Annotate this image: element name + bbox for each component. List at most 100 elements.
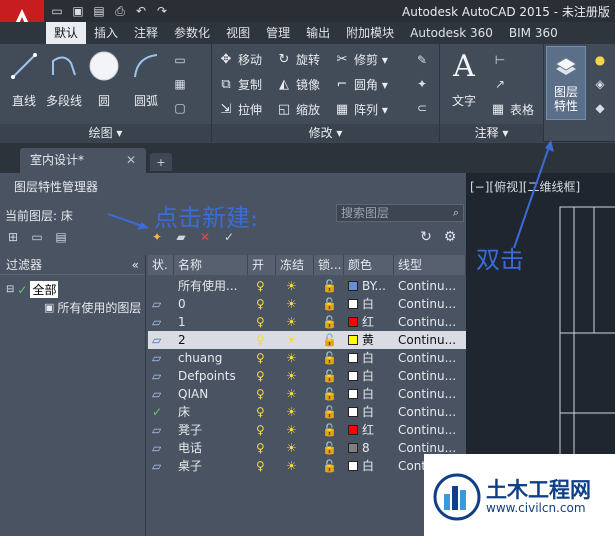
ribbon-tab[interactable]: 管理: [258, 22, 298, 44]
layer-linetype[interactable]: Continu...: [394, 295, 466, 313]
copy-tool[interactable]: ⧉ 复制: [218, 73, 262, 95]
layer-name[interactable]: chuang: [174, 349, 248, 367]
offset-icon[interactable]: ⊂: [414, 100, 430, 116]
unlock-icon[interactable]: 🔓: [318, 295, 342, 313]
layer-properties-button[interactable]: 图层 特性: [546, 46, 586, 120]
print-icon[interactable]: ⎙: [111, 2, 129, 20]
layer-linetype[interactable]: Continu...: [394, 385, 466, 403]
tree-node-used-layers[interactable]: ▣ 所有使用的图层: [44, 299, 141, 316]
ribbon-tab[interactable]: Autodesk 360: [402, 22, 501, 44]
column-header[interactable]: 线型: [394, 255, 466, 275]
draw-panel-footer[interactable]: 绘图 ▾: [0, 124, 211, 142]
lightbulb-icon[interactable]: ♀: [252, 367, 276, 385]
sun-icon[interactable]: ☀: [282, 295, 312, 313]
close-icon[interactable]: ✕: [126, 148, 136, 173]
column-header[interactable]: 开: [248, 255, 276, 275]
layer-name[interactable]: 床: [174, 403, 248, 421]
rectangle-icon[interactable]: ▭: [172, 52, 188, 68]
layer-row[interactable]: ▱ 1 ♀ ☀ 🔓 红 Continu...: [148, 313, 466, 331]
layer-color[interactable]: 白: [344, 349, 394, 367]
column-header[interactable]: 状.: [148, 255, 174, 275]
erase-icon[interactable]: ✎: [414, 52, 430, 68]
lightbulb-icon[interactable]: ♀: [252, 439, 276, 457]
open-icon[interactable]: ▭: [48, 2, 66, 20]
layer-name[interactable]: 所有使用...: [174, 277, 248, 295]
array-tool[interactable]: ▦ 阵列 ▾: [334, 98, 388, 120]
layer-name[interactable]: QIAN: [174, 385, 248, 403]
new-property-filter-icon[interactable]: ⊞: [4, 229, 22, 245]
sun-icon[interactable]: ☀: [282, 421, 312, 439]
layer-color[interactable]: 8: [344, 439, 394, 457]
search-layer-input[interactable]: 搜索图层 ⌕: [336, 204, 464, 222]
lightbulb-icon[interactable]: ♀: [252, 295, 276, 313]
annotation-panel-footer[interactable]: 注释 ▾: [440, 124, 543, 142]
layer-name[interactable]: 桌子: [174, 457, 248, 475]
layer-color[interactable]: 红: [344, 313, 394, 331]
save-icon[interactable]: ▣: [69, 2, 87, 20]
lightbulb-icon[interactable]: ♀: [252, 313, 276, 331]
layer-row[interactable]: ▱ Defpoints ♀ ☀ 🔓 白 Continu...: [148, 367, 466, 385]
tree-node-all[interactable]: ⊟ ✓ 全部: [6, 281, 59, 298]
undo-icon[interactable]: ↶: [132, 2, 150, 20]
mirror-tool[interactable]: ◭ 镜像: [276, 73, 320, 95]
leader-icon[interactable]: ↗: [492, 76, 508, 92]
unlock-icon[interactable]: 🔓: [318, 439, 342, 457]
sun-icon[interactable]: ☀: [282, 385, 312, 403]
column-header[interactable]: 颜色: [344, 255, 394, 275]
layer-row[interactable]: ▱ 电话 ♀ ☀ 🔓 8 Continu...: [148, 439, 466, 457]
scale-tool[interactable]: ◱ 缩放: [276, 98, 320, 120]
lightbulb-icon[interactable]: ♀: [252, 277, 276, 295]
ribbon-tab[interactable]: 视图: [218, 22, 258, 44]
layer-row[interactable]: ▱ 桌子 ♀ ☀ 🔓 白 Cont: [148, 457, 466, 475]
trim-tool[interactable]: ✂ 修剪 ▾: [334, 48, 388, 70]
sun-icon[interactable]: ☀: [282, 457, 312, 475]
new-group-filter-icon[interactable]: ▭: [28, 229, 46, 245]
unlock-icon[interactable]: 🔓: [318, 457, 342, 475]
unlock-icon[interactable]: 🔓: [318, 349, 342, 367]
document-tab[interactable]: 室内设计* ✕: [20, 148, 146, 173]
layer-linetype[interactable]: Continu...: [394, 403, 466, 421]
ribbon-tab[interactable]: 注释: [126, 22, 166, 44]
lightbulb-icon[interactable]: ♀: [252, 421, 276, 439]
stretch-tool[interactable]: ⇲ 拉伸: [218, 98, 262, 120]
column-header[interactable]: 冻结: [276, 255, 314, 275]
layer-color[interactable]: 白: [344, 295, 394, 313]
layer-row[interactable]: ✓ 床 ♀ ☀ 🔓 白 Continu...: [148, 403, 466, 421]
unlock-icon[interactable]: 🔓: [318, 403, 342, 421]
layer-match-icon[interactable]: ◆: [592, 100, 608, 116]
region-icon[interactable]: ▢: [172, 100, 188, 116]
lightbulb-icon[interactable]: ♀: [252, 403, 276, 421]
layer-name[interactable]: 2: [174, 331, 248, 349]
layer-linetype[interactable]: Continu...: [394, 313, 466, 331]
layer-row[interactable]: ▱ QIAN ♀ ☀ 🔓 白 Continu...: [148, 385, 466, 403]
unlock-icon[interactable]: 🔓: [318, 367, 342, 385]
layer-color[interactable]: 白: [344, 457, 394, 475]
layer-name[interactable]: 0: [174, 295, 248, 313]
unlock-icon[interactable]: 🔓: [318, 421, 342, 439]
tree-expand-icon[interactable]: ⊟: [6, 284, 14, 295]
ribbon-tab[interactable]: 插入: [86, 22, 126, 44]
arc-tool[interactable]: 圆弧: [124, 48, 168, 108]
sun-icon[interactable]: ☀: [282, 439, 312, 457]
saveas-icon[interactable]: ▤: [90, 2, 108, 20]
sun-icon[interactable]: ☀: [282, 367, 312, 385]
modify-panel-footer[interactable]: 修改 ▾: [212, 124, 439, 142]
settings-gear-icon[interactable]: ⚙: [442, 229, 458, 245]
column-header[interactable]: 锁...: [314, 255, 344, 275]
layer-row[interactable]: ▱ 2 ♀ ☀ 🔓 黄 Continu...: [148, 331, 466, 349]
ribbon-tab[interactable]: 附加模块: [338, 22, 402, 44]
layer-linetype[interactable]: Continu...: [394, 331, 466, 349]
layer-linetype[interactable]: Continu...: [394, 421, 466, 439]
line-tool[interactable]: 直线: [2, 48, 46, 108]
layer-color[interactable]: 白: [344, 403, 394, 421]
layer-row[interactable]: ▱ 凳子 ♀ ☀ 🔓 红 Continu...: [148, 421, 466, 439]
layer-states-manager-icon[interactable]: ▤: [52, 229, 70, 245]
ribbon-tab[interactable]: 默认: [46, 22, 87, 44]
unlock-icon[interactable]: 🔓: [318, 385, 342, 403]
layer-row[interactable]: ▱ 0 ♀ ☀ 🔓 白 Continu...: [148, 295, 466, 313]
ribbon-tab[interactable]: BIM 360: [501, 22, 566, 44]
fillet-tool[interactable]: ⌐ 圆角 ▾: [334, 73, 388, 95]
layer-color[interactable]: 红: [344, 421, 394, 439]
unlock-icon[interactable]: 🔓: [318, 313, 342, 331]
lightbulb-icon[interactable]: ♀: [252, 457, 276, 475]
